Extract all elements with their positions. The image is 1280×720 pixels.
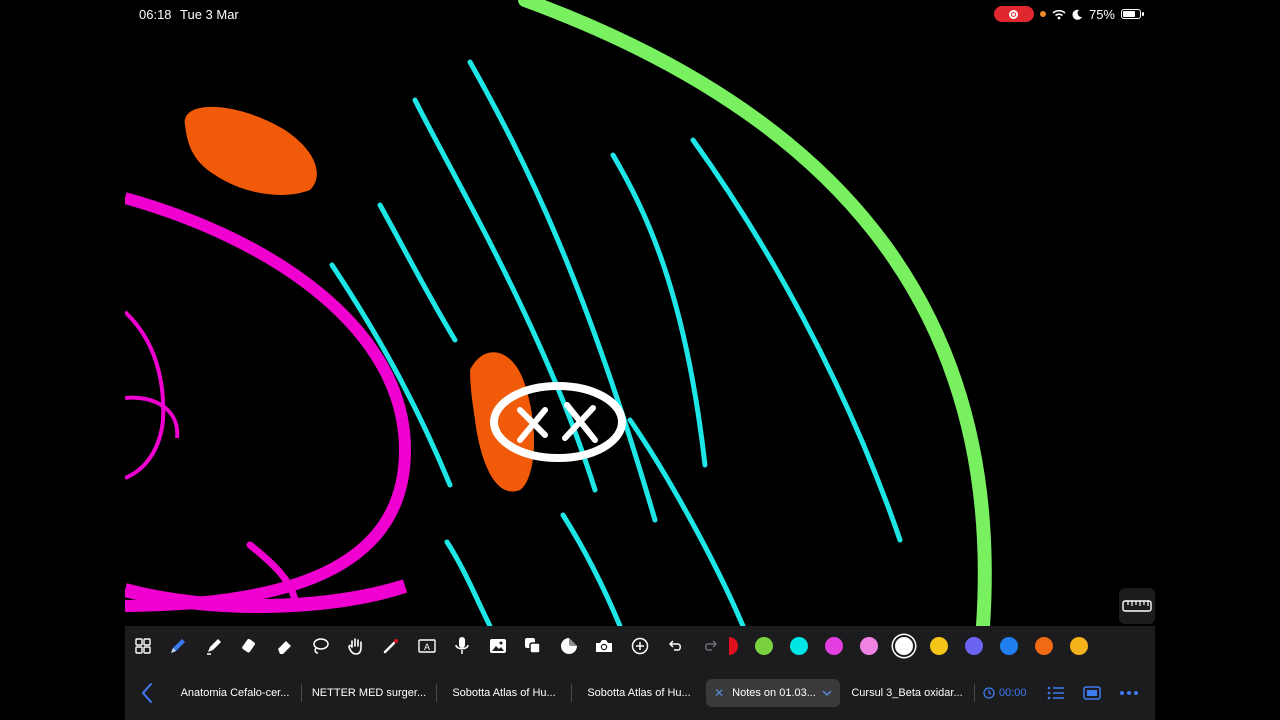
green-stroke [518,0,992,626]
highlighter-icon[interactable] [196,626,232,666]
right-letterbox [1155,0,1280,720]
outline-list-icon[interactable] [1047,686,1065,700]
orange-blob-center [470,352,535,492]
redo-icon[interactable] [693,626,729,666]
tab-label: Anatomia Cefalo-cer... [180,687,290,699]
ruler-button[interactable] [1119,588,1155,624]
status-date: Tue 3 Mar [180,7,239,22]
tab-label: NETTER MED surger... [311,687,427,699]
tab-label: Notes on 01.03... [732,687,816,699]
pen-icon[interactable] [161,626,197,666]
shapes-icon[interactable] [516,626,552,666]
color-swatch-partial[interactable] [728,637,738,655]
add-icon[interactable] [622,626,658,666]
lasso-icon[interactable] [303,626,339,666]
tab-divider [974,684,975,702]
sticker-icon[interactable] [551,626,587,666]
color-swatch[interactable] [929,637,948,655]
recording-timer[interactable]: 00:00 [983,687,1027,699]
battery-icon [1121,9,1144,19]
tabbar-tools [1047,686,1139,700]
timer-icon [983,687,995,699]
drawing-canvas[interactable] [125,0,1155,626]
color-swatch-selected[interactable] [894,637,913,655]
magenta-outer-arc [125,192,412,612]
color-swatch[interactable] [859,637,878,655]
camera-icon[interactable] [587,626,623,666]
image-icon[interactable] [480,626,516,666]
tab-label: Sobotta Atlas of Hu... [452,687,556,699]
grid-icon[interactable] [125,626,161,666]
svg-text:A: A [424,642,430,652]
document-tab[interactable]: Sobotta Atlas of Hu... [572,679,706,707]
laser-pointer-icon[interactable] [374,626,410,666]
tape-eraser-icon[interactable] [232,626,268,666]
document-tab[interactable]: Anatomia Cefalo-cer... [169,679,301,707]
orange-blob-top [184,106,317,195]
color-swatch[interactable] [1069,637,1088,655]
microphone-icon[interactable] [445,626,481,666]
ipad-screen: 06:18 Tue 3 Mar 75% A Anatomia Cefalo-ce… [125,0,1155,720]
drawing-toolbar: A [125,626,1155,666]
record-icon [1009,9,1019,19]
page-view-icon[interactable] [1082,686,1101,700]
do-not-disturb-moon-icon [1072,9,1082,20]
ruler-icon [1122,600,1152,612]
screen-recording-indicator[interactable] [993,6,1034,22]
microphone-indicator-icon [1039,11,1046,17]
color-swatch[interactable] [824,637,843,655]
color-swatch[interactable] [964,637,983,655]
color-palette [728,637,1097,655]
timer-value: 00:00 [999,687,1027,699]
cyan-strokes [329,59,903,626]
back-button[interactable] [125,666,169,720]
document-tab-active[interactable]: ✕ Notes on 01.03... [706,679,840,707]
hand-icon[interactable] [338,626,374,666]
close-icon[interactable]: ✕ [714,686,724,700]
text-box-icon[interactable]: A [409,626,445,666]
magenta-small-curl [125,395,180,439]
document-tab[interactable]: Cursul 3_Beta oxidar... [840,679,974,707]
wifi-icon [1052,9,1066,19]
color-swatch[interactable] [999,637,1018,655]
more-icon[interactable] [1119,690,1139,696]
undo-icon[interactable] [658,626,694,666]
tab-label: Cursul 3_Beta oxidar... [851,687,963,699]
status-bar: 06:18 Tue 3 Mar 75% [125,0,1155,28]
tab-label: Sobotta Atlas of Hu... [587,687,691,699]
document-tab-bar: Anatomia Cefalo-cer... NETTER MED surger… [125,666,1155,720]
status-indicators: 75% [993,6,1144,22]
left-letterbox [0,0,125,720]
color-swatch[interactable] [754,637,773,655]
color-swatch[interactable] [1034,637,1053,655]
document-tab[interactable]: Sobotta Atlas of Hu... [437,679,571,707]
eraser-icon[interactable] [267,626,303,666]
document-tab[interactable]: NETTER MED surger... [302,679,436,707]
color-swatch[interactable] [789,637,808,655]
chevron-left-icon [141,683,152,703]
chevron-down-icon[interactable] [822,690,832,696]
status-time: 06:18 [139,7,172,22]
battery-percentage: 75% [1088,6,1115,22]
magenta-inner-arc [125,310,166,480]
